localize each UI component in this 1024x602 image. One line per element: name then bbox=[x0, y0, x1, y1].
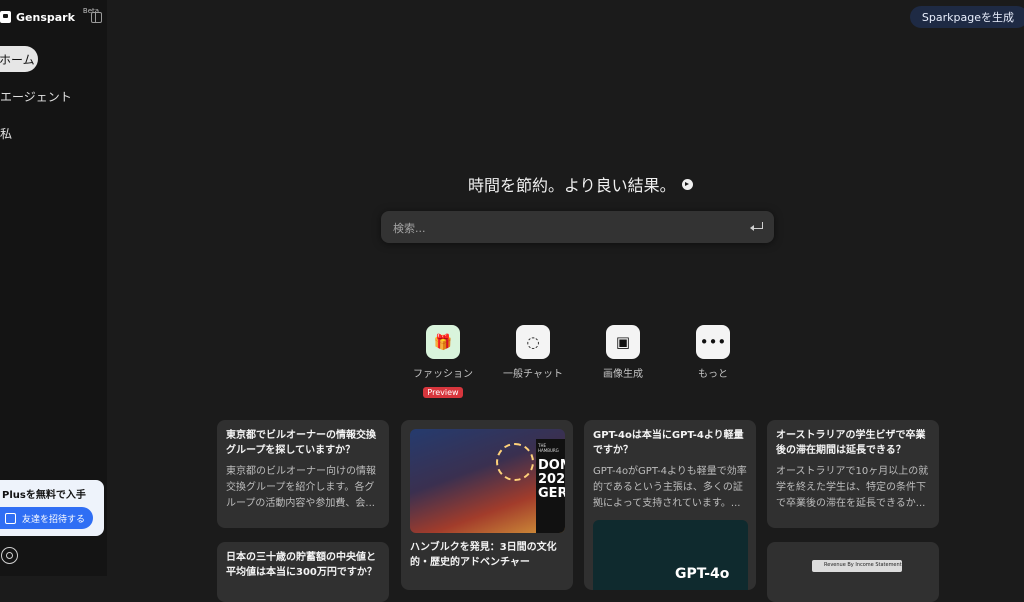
gpt4o-image-text: GPT-4o bbox=[675, 566, 730, 582]
sidebar-item-label: エージェント bbox=[0, 89, 72, 104]
preview-badge: Preview bbox=[423, 387, 463, 398]
hamburg-image: DOM 2022 GERMANY THE HAMBURG bbox=[410, 429, 565, 533]
sidebar-item-label: ホーム bbox=[0, 52, 35, 67]
card-japan-savings[interactable]: 日本の三十歳の貯蓄額の中央値と平均値は本当に300万円ですか？ bbox=[217, 542, 389, 602]
more-icon: ••• bbox=[696, 325, 730, 359]
generate-sparkpage-button[interactable]: Sparkpageを生成 bbox=[909, 6, 1024, 28]
card-revenue-chart[interactable]: Revenue By Income Statement bbox=[767, 542, 939, 602]
card-gpt4o[interactable]: GPT-4oは本当にGPT-4より軽量ですか？ GPT-4oがGPT-4よりも軽… bbox=[584, 420, 756, 590]
settings-icon[interactable] bbox=[1, 547, 18, 564]
card-body: オーストラリアで10ヶ月以上の就学を終えた学生は、特定の条件下で卒業後の滞在を延… bbox=[776, 466, 929, 509]
tool-label: 画像生成 bbox=[603, 369, 643, 380]
sidebar-toggle-icon[interactable] bbox=[91, 12, 102, 23]
card-title: 東京都でビルオーナーの情報交換グループを探していますか？ bbox=[226, 430, 376, 456]
tool-more[interactable]: ••• もっと bbox=[673, 325, 753, 380]
revenue-chart-label: Revenue By Income Statement bbox=[824, 562, 902, 568]
card-title: オーストラリアの学生ビザで卒業後の滞在期間は延長できる？ bbox=[776, 430, 926, 456]
card-title: GPT-4oは本当にGPT-4より軽量ですか？ bbox=[593, 430, 744, 456]
card-australia-visa[interactable]: オーストラリアの学生ビザで卒業後の滞在期間は延長できる？ オーストラリアで10ヶ… bbox=[767, 420, 939, 528]
tool-image-generation[interactable]: ▣ 画像生成 bbox=[583, 325, 663, 380]
genspark-logo-icon bbox=[0, 11, 11, 23]
plus-promo: Plusを無料で入手 友達を招待する bbox=[0, 480, 104, 536]
headline-text: 時間を節約。より良い結果。 bbox=[468, 176, 676, 195]
tool-label: ファッション bbox=[413, 369, 473, 380]
sidebar: Genspark Beta ホーム エージェント 私 Plusを無料で入手 友達… bbox=[0, 0, 107, 576]
dom-image-text: DOM 2022 GERMANY bbox=[538, 458, 565, 501]
tool-general-chat[interactable]: ◌ 一般チャット bbox=[493, 325, 573, 380]
enter-icon[interactable] bbox=[750, 222, 763, 231]
invite-friends-label: 友達を招待する bbox=[22, 514, 86, 525]
image-icon: ▣ bbox=[606, 325, 640, 359]
gift-icon bbox=[5, 512, 16, 524]
sidebar-item-label: 私 bbox=[0, 126, 13, 141]
app-name: Genspark bbox=[16, 10, 75, 24]
gift-icon: 🎁 bbox=[426, 325, 460, 359]
chat-icon: ◌ bbox=[516, 325, 550, 359]
promo-title: Plusを無料で入手 bbox=[2, 490, 86, 501]
ferris-wheel-icon bbox=[496, 443, 534, 481]
tool-label: 一般チャット bbox=[503, 369, 563, 380]
search-box bbox=[381, 211, 774, 245]
search-input[interactable] bbox=[391, 211, 745, 245]
card-hamburg[interactable]: DOM 2022 GERMANY THE HAMBURG ハンブルクを発見：3日… bbox=[401, 420, 573, 590]
hero-headline: 時間を節約。より良い結果。 bbox=[468, 172, 693, 196]
tool-label: もっと bbox=[698, 369, 728, 380]
card-body: GPT-4oがGPT-4よりも軽量で効率的であるという主張は、多くの証拠によって… bbox=[593, 466, 747, 509]
sidebar-item-agents[interactable]: エージェント bbox=[0, 83, 72, 109]
invite-friends-button[interactable]: 友達を招待する bbox=[0, 507, 93, 529]
card-title: ハンブルクを発見：3日間の文化的・歴史的アドベンチャー bbox=[410, 542, 557, 568]
card-tokyo-building-owners[interactable]: 東京都でビルオーナーの情報交換グループを探していますか？ 東京都のビルオーナー向… bbox=[217, 420, 389, 528]
card-body: 東京都のビルオーナー向けの情報交換グループを紹介します。各グループの活動内容や参… bbox=[226, 466, 376, 509]
gpt4o-image: GPT-4o bbox=[593, 520, 748, 590]
sidebar-item-home[interactable]: ホーム bbox=[0, 46, 38, 72]
generate-sparkpage-label: Sparkpageを生成 bbox=[921, 11, 1014, 24]
image-caption: THE HAMBURG bbox=[538, 443, 559, 453]
revenue-chart-thumbnail: Revenue By Income Statement bbox=[812, 560, 902, 572]
brand[interactable]: Genspark Beta bbox=[0, 7, 99, 26]
tool-fashion[interactable]: 🎁 ファッション Preview bbox=[403, 325, 483, 399]
arrow-right-icon[interactable] bbox=[681, 178, 693, 190]
sidebar-item-me[interactable]: 私 bbox=[0, 120, 12, 146]
